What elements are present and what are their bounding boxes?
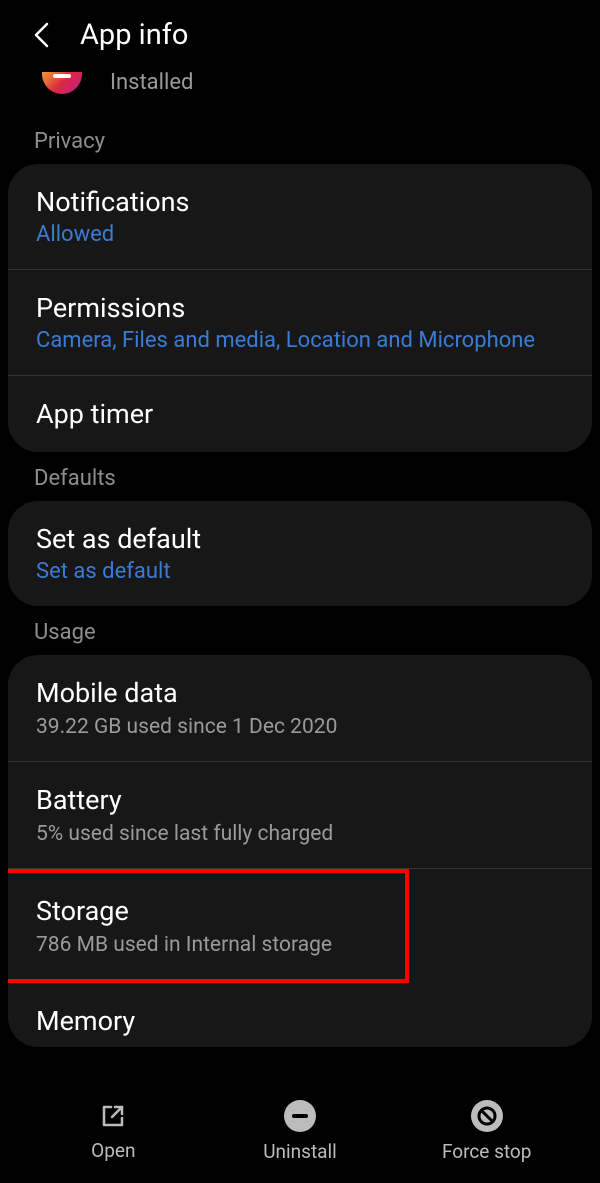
minus-circle-icon bbox=[284, 1100, 316, 1132]
set-as-default-sub: Set as default bbox=[36, 559, 564, 584]
open-button[interactable]: Open bbox=[20, 1101, 207, 1162]
uninstall-label: Uninstall bbox=[263, 1140, 337, 1163]
app-install-status: Installed bbox=[110, 70, 193, 95]
set-as-default-item[interactable]: Set as default Set as default bbox=[8, 501, 592, 606]
storage-item[interactable]: Storage 786 MB used in Internal storage bbox=[8, 869, 409, 983]
page-title: App info bbox=[80, 18, 188, 52]
mobile-data-title: Mobile data bbox=[36, 677, 564, 709]
force-stop-button[interactable]: Force stop bbox=[393, 1100, 580, 1163]
set-as-default-title: Set as default bbox=[36, 523, 564, 555]
back-icon[interactable] bbox=[28, 21, 56, 49]
app-timer-title: App timer bbox=[36, 398, 564, 430]
storage-title: Storage bbox=[36, 895, 377, 927]
battery-item[interactable]: Battery 5% used since last fully charged bbox=[8, 762, 592, 869]
memory-title: Memory bbox=[36, 1005, 564, 1037]
force-stop-label: Force stop bbox=[442, 1140, 531, 1163]
section-label-usage: Usage bbox=[0, 606, 600, 655]
battery-sub: 5% used since last fully charged bbox=[36, 822, 564, 846]
section-label-privacy: Privacy bbox=[0, 115, 600, 164]
notifications-title: Notifications bbox=[36, 186, 564, 218]
permissions-title: Permissions bbox=[36, 292, 564, 324]
app-status-row: Installed bbox=[0, 70, 600, 115]
storage-sub: 786 MB used in Internal storage bbox=[36, 933, 377, 957]
prohibit-icon bbox=[471, 1100, 503, 1132]
defaults-card: Set as default Set as default bbox=[8, 501, 592, 606]
notifications-sub: Allowed bbox=[36, 222, 564, 247]
permissions-sub: Camera, Files and media, Location and Mi… bbox=[36, 328, 564, 353]
mobile-data-item[interactable]: Mobile data 39.22 GB used since 1 Dec 20… bbox=[8, 655, 592, 762]
notifications-item[interactable]: Notifications Allowed bbox=[8, 164, 592, 270]
bottom-bar: Open Uninstall Force stop bbox=[0, 1087, 600, 1183]
section-label-defaults: Defaults bbox=[0, 452, 600, 501]
header: App info bbox=[0, 0, 600, 70]
battery-title: Battery bbox=[36, 784, 564, 816]
open-icon bbox=[98, 1101, 128, 1131]
permissions-item[interactable]: Permissions Camera, Files and media, Loc… bbox=[8, 270, 592, 376]
app-timer-item[interactable]: App timer bbox=[8, 376, 592, 452]
memory-item[interactable]: Memory bbox=[8, 983, 592, 1047]
instagram-icon bbox=[42, 72, 82, 94]
mobile-data-sub: 39.22 GB used since 1 Dec 2020 bbox=[36, 715, 564, 739]
privacy-card: Notifications Allowed Permissions Camera… bbox=[8, 164, 592, 452]
uninstall-button[interactable]: Uninstall bbox=[207, 1100, 394, 1163]
open-label: Open bbox=[91, 1139, 135, 1162]
usage-card: Mobile data 39.22 GB used since 1 Dec 20… bbox=[8, 655, 592, 1047]
